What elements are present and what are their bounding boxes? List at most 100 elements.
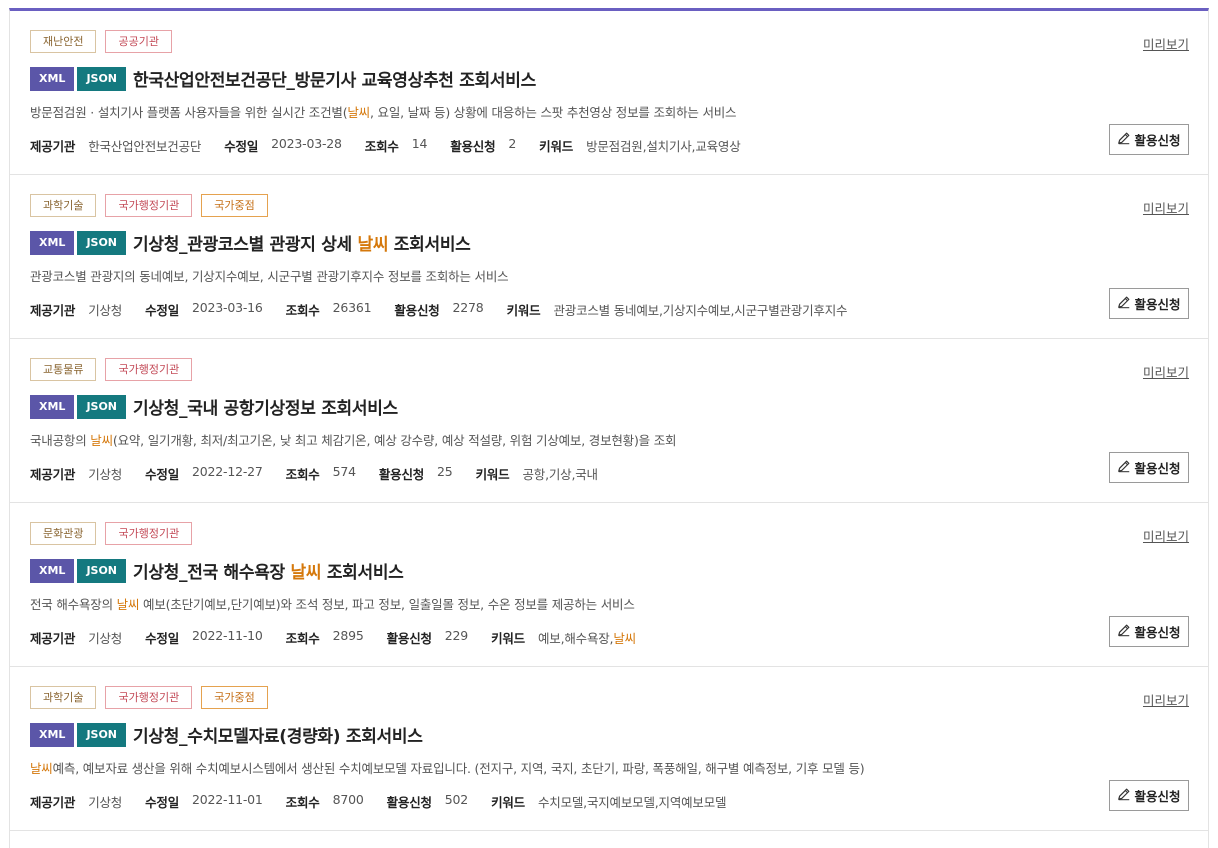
view-count-label: 조회수 [364, 139, 399, 154]
keyword-highlight: 날씨 [613, 631, 636, 646]
pencil-icon [1117, 459, 1134, 476]
modified-date-value: 2022-11-10 [192, 628, 263, 643]
view-count-label: 조회수 [285, 303, 320, 318]
preview-link[interactable]: 미리보기 [1143, 198, 1189, 217]
application-count-value: 502 [444, 792, 469, 807]
format-badge-xml: XML [30, 230, 75, 255]
description-text: 예측, 예보자료 생산을 위해 수치예보시스템에서 생산된 수치예보모델 자료입… [52, 761, 865, 776]
category-tag: 국가행정기관 [105, 358, 193, 381]
modified-date-value: 2022-11-01 [192, 792, 263, 807]
keyword-text: 공항,기상,국내 [522, 467, 598, 482]
application-count-value: 2278 [452, 300, 484, 315]
apply-button-label: 활용신청 [1134, 133, 1181, 148]
provider-label: 제공기관 [30, 303, 76, 318]
category-tag: 국가중점 [201, 194, 268, 217]
category-tag: 문화관광 [30, 522, 97, 545]
provider-value: 한국산업안전보건공단 [88, 139, 202, 154]
preview-link[interactable]: 미리보기 [1143, 526, 1189, 545]
title-text: 조회서비스 [388, 235, 471, 255]
service-title-link[interactable]: 기상청_국내 공항기상정보 조회서비스 [133, 394, 398, 419]
view-count-value: 26361 [332, 300, 372, 315]
api-result-list: 재난안전 공공기관 XML JSON 한국산업안전보건공단_방문기사 교육영상추천 조회… [9, 8, 1209, 848]
keyword-text: 수치모델,국지예보모델,지역예보모델 [537, 795, 727, 810]
title-row: XML JSON 기상청_전국 해수욕장 날씨 조회서비스 [30, 558, 404, 583]
description-highlight: 날씨 [116, 597, 140, 612]
format-badge-json: JSON [77, 394, 127, 419]
apply-button[interactable]: 활용신청 [1109, 452, 1189, 483]
category-tags: 재난안전 공공기관 [30, 30, 172, 53]
description-highlight: 날씨 [347, 105, 370, 120]
apply-button-label: 활용신청 [1134, 625, 1181, 640]
category-tag: 국가행정기관 [105, 194, 193, 217]
modified-date-label: 수정일 [145, 795, 180, 810]
pencil-icon [1117, 295, 1134, 312]
keywords-value: 방문점검원,설치기사,교육영상 [586, 136, 741, 155]
apply-button[interactable]: 활용신청 [1109, 124, 1189, 155]
keywords-label: 키워드 [491, 795, 525, 810]
application-count-label: 활용신청 [450, 139, 496, 154]
service-title-link[interactable]: 기상청_전국 해수욕장 날씨 조회서비스 [133, 558, 404, 583]
provider-label: 제공기관 [30, 795, 76, 810]
meta-info: 제공기관 기상청 수정일 2023-03-16 조회수 26361 활용신청 2278 키워드 관… [30, 300, 870, 319]
apply-button-label: 활용신청 [1134, 789, 1181, 804]
category-tags: 문화관광 국가행정기관 [30, 522, 193, 545]
description-text: , 요일, 날짜 등) 상황에 대응하는 스팟 추천영상 정보를 조회하는 서비… [369, 105, 737, 120]
category-tag: 국가행정기관 [105, 686, 193, 709]
service-title-link[interactable]: 한국산업안전보건공단_방문기사 교육영상추천 조회서비스 [133, 66, 536, 91]
service-title-link[interactable]: 기상청_관광코스별 관광지 상세 날씨 조회서비스 [133, 230, 471, 255]
description-text: (요약, 일기개황, 최저/최고기온, 낮 최고 체감기온, 예상 강수량, 예… [112, 433, 677, 448]
category-tags: 과학기술 국가행정기관 국가중점 [30, 194, 268, 217]
meta-info: 제공기관 기상청 수정일 2022-11-10 조회수 2895 활용신청 229 키워드 예보,… [30, 628, 659, 647]
title-text: 조회서비스 [321, 563, 404, 583]
category-tags: 교통물류 국가행정기관 [30, 358, 193, 381]
service-description: 날씨예측, 예보자료 생산을 위해 수치예보시스템에서 생산된 수치예보모델 자… [30, 758, 865, 777]
apply-button[interactable]: 활용신청 [1109, 288, 1189, 319]
application-count-label: 활용신청 [394, 303, 440, 318]
provider-value: 기상청 [88, 631, 123, 646]
list-item: 과학기술 국가행정기관 국가중점 XML JSON 기상청_관광코스별 관광지 상세 날씨… [10, 175, 1208, 339]
service-description: 방문점검원 · 설치기사 플랫폼 사용자들을 위한 실시간 조건별(날씨, 요일… [30, 102, 737, 121]
meta-info: 제공기관 기상청 수정일 2022-12-27 조회수 574 활용신청 25 키워드 공항,기상… [30, 464, 621, 483]
description-text: 예보(초단기예보,단기예보)와 조석 정보, 파고 정보, 일출일몰 정보, 수… [139, 597, 635, 612]
format-badge-xml: XML [30, 66, 75, 91]
provider-value: 기상청 [88, 467, 123, 482]
title-highlight: 날씨 [357, 235, 389, 255]
service-description: 국내공항의 날씨(요약, 일기개황, 최저/최고기온, 낮 최고 체감기온, 예… [30, 430, 677, 449]
application-count-label: 활용신청 [386, 795, 432, 810]
view-count-label: 조회수 [285, 631, 320, 646]
meta-info: 제공기관 기상청 수정일 2022-11-01 조회수 8700 활용신청 502 키워드 수치모… [30, 792, 749, 811]
category-tag: 공공기관 [105, 30, 172, 53]
description-text: 전국 해수욕장의 [30, 597, 117, 612]
service-title-link[interactable]: 기상청_수치모델자료(경량화) 조회서비스 [133, 722, 423, 747]
title-text: 기상청_관광코스별 관광지 상세 [133, 235, 358, 255]
format-badge-json: JSON [77, 558, 127, 583]
title-row: XML JSON 한국산업안전보건공단_방문기사 교육영상추천 조회서비스 [30, 66, 536, 91]
modified-date-label: 수정일 [145, 467, 180, 482]
application-count-value: 229 [444, 628, 469, 643]
provider-value: 기상청 [88, 303, 123, 318]
provider-label: 제공기관 [30, 631, 76, 646]
preview-link[interactable]: 미리보기 [1143, 34, 1189, 53]
keywords-label: 키워드 [539, 139, 574, 154]
category-tag: 재난안전 [30, 30, 97, 53]
keywords-label: 키워드 [506, 303, 541, 318]
view-count-value: 14 [411, 136, 428, 151]
apply-button[interactable]: 활용신청 [1109, 780, 1189, 811]
pencil-icon [1117, 131, 1134, 148]
view-count-value: 2895 [332, 628, 364, 643]
description-text: 국내공항의 [30, 433, 91, 448]
title-text: 기상청_수치모델자료(경량화) 조회서비스 [133, 727, 423, 747]
view-count-label: 조회수 [285, 467, 320, 482]
format-badge-xml: XML [30, 394, 75, 419]
format-badge-xml: XML [30, 558, 75, 583]
keywords-label: 키워드 [491, 631, 525, 646]
category-tag: 과학기술 [30, 686, 97, 709]
category-tag: 국가행정기관 [105, 522, 193, 545]
apply-button[interactable]: 활용신청 [1109, 616, 1189, 647]
preview-link[interactable]: 미리보기 [1143, 690, 1189, 709]
modified-date-value: 2022-12-27 [192, 464, 263, 479]
preview-link[interactable]: 미리보기 [1143, 362, 1189, 381]
description-highlight: 날씨 [90, 433, 113, 448]
application-count-label: 활용신청 [378, 467, 425, 482]
apply-button-label: 활용신청 [1134, 297, 1181, 312]
